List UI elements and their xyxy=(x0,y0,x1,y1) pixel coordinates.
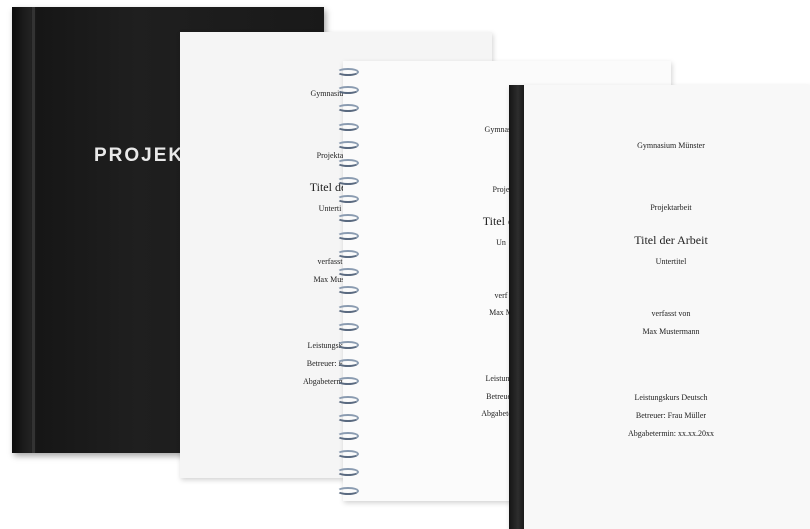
spiral-ring xyxy=(337,486,359,495)
spiral-binding xyxy=(335,64,363,504)
binder-type: Projektarbeit xyxy=(650,203,692,212)
spiral-ring xyxy=(337,195,359,204)
binder-advisor: Betreuer: Frau Müller xyxy=(635,411,707,420)
binding-strip xyxy=(509,85,524,529)
binder-deadline: Abgabetermin: xx.xx.20xx xyxy=(628,429,714,438)
binder-author: Max Mustermann xyxy=(642,327,700,336)
spiral-subtitle: Un xyxy=(496,238,506,247)
binder-title: Titel der Arbeit xyxy=(634,233,708,247)
spiral-ring xyxy=(337,395,359,404)
spiral-ring xyxy=(337,122,359,131)
spiral-by: verf xyxy=(494,291,508,300)
spiral-ring xyxy=(337,322,359,331)
spiral-ring xyxy=(337,286,359,295)
spiral-ring xyxy=(337,231,359,240)
spiral-ring xyxy=(337,468,359,477)
hardcover-spine xyxy=(32,7,35,453)
spiral-ring xyxy=(337,268,359,277)
spiral-ring xyxy=(337,250,359,258)
spiral-ring xyxy=(337,413,359,422)
spiral-ring xyxy=(337,304,359,313)
spiral-ring xyxy=(337,359,359,368)
spiral-ring xyxy=(337,104,359,113)
spiral-ring xyxy=(337,341,359,349)
binder-by: verfasst von xyxy=(651,309,691,318)
spiral-ring xyxy=(337,159,359,167)
binder-subtitle: Untertitel xyxy=(655,257,687,266)
spiral-ring xyxy=(337,450,359,459)
binder-school: Gymnasium Münster xyxy=(637,141,705,150)
binder-course: Leistungskurs Deutsch xyxy=(634,393,708,402)
spiral-ring xyxy=(337,68,359,76)
spiral-ring xyxy=(337,432,359,440)
binder-document: Gymnasium Münster Projektarbeit Titel de… xyxy=(509,85,810,529)
spiral-ring xyxy=(337,377,359,386)
spiral-ring xyxy=(337,86,359,95)
spiral-type: Proje xyxy=(492,185,510,194)
spiral-ring xyxy=(337,177,359,186)
spiral-ring xyxy=(337,213,359,222)
spiral-ring xyxy=(337,140,359,149)
